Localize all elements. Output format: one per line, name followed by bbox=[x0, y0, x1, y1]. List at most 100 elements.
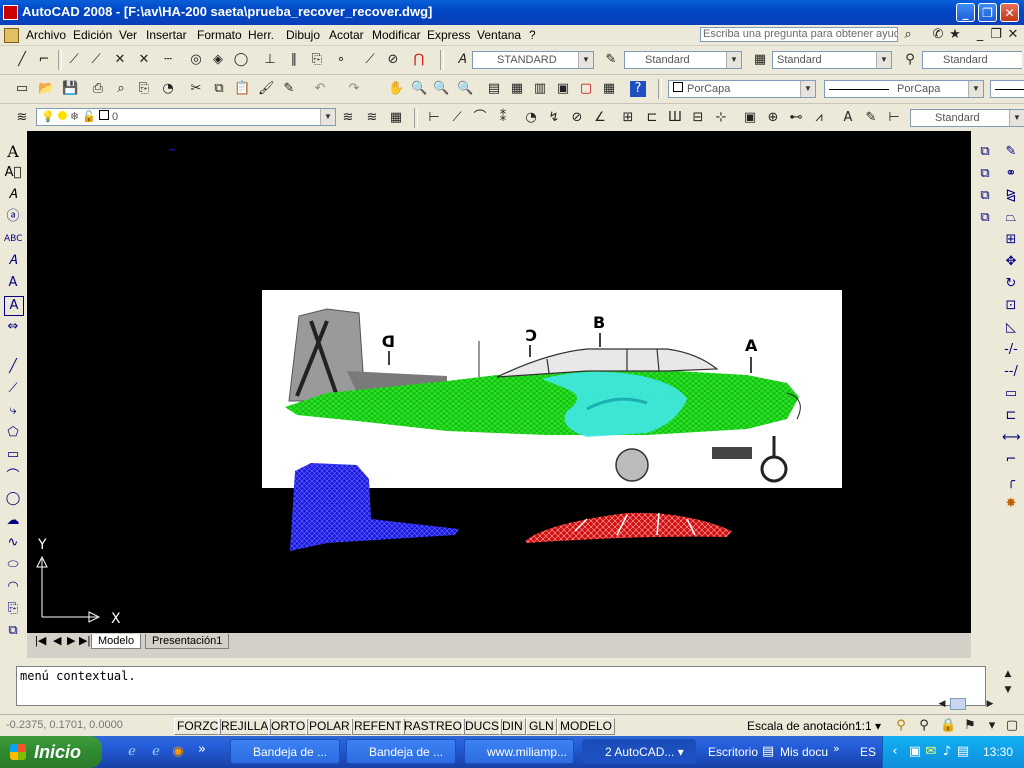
properties-icon[interactable]: ▤ bbox=[486, 81, 502, 97]
dim-baseline-icon[interactable]: ⊏ bbox=[644, 110, 660, 126]
join-icon[interactable]: ⟷ bbox=[1002, 429, 1021, 447]
sheet-set-icon[interactable]: ▣ bbox=[555, 81, 571, 97]
snap-endpoint-icon[interactable]: ⟋ bbox=[66, 52, 82, 68]
offset-icon[interactable]: ⏢ bbox=[1002, 209, 1020, 227]
doc-restore-icon[interactable]: ❐ bbox=[988, 27, 1004, 43]
snap-quadrant-icon[interactable]: ◈ bbox=[210, 52, 226, 68]
stretch-icon[interactable]: ◺ bbox=[1002, 319, 1020, 337]
toggle-orto[interactable]: ORTO bbox=[268, 718, 309, 735]
draw-order-front-icon[interactable]: ⧉ bbox=[976, 143, 994, 161]
draw-polyline-icon[interactable]: ⤷ bbox=[4, 402, 22, 420]
layer-select[interactable]: 💡 ❄ 🔓 0 ▼ bbox=[36, 108, 336, 126]
draw-order-under-icon[interactable]: ⧉ bbox=[976, 209, 994, 227]
chamfer-icon[interactable]: ⌐ bbox=[1002, 451, 1020, 469]
ellipse-icon[interactable]: ⬭ bbox=[4, 556, 22, 574]
toggle-din[interactable]: DIN bbox=[499, 718, 526, 735]
help-icon[interactable]: ? bbox=[630, 81, 646, 97]
mtext-icon[interactable]: A⃒ bbox=[4, 164, 22, 182]
my-docs-icon[interactable]: ▤ bbox=[760, 744, 776, 760]
menu-acotar[interactable]: Acotar bbox=[329, 28, 364, 42]
draw-line-icon[interactable]: ╱ bbox=[4, 358, 22, 376]
tray-volume-icon[interactable]: ♪ bbox=[939, 744, 955, 760]
paste-icon[interactable]: 📋 bbox=[234, 81, 250, 97]
dim-angular-icon[interactable]: ∠ bbox=[592, 110, 608, 126]
convert-distance-icon[interactable]: ⇔ bbox=[4, 318, 22, 336]
draw-order-back-icon[interactable]: ⧉ bbox=[976, 165, 994, 183]
menu-modificar[interactable]: Modificar bbox=[372, 28, 421, 42]
snap-none-icon[interactable]: ⊘ bbox=[385, 52, 401, 68]
mirror-icon[interactable]: ⧎ bbox=[1002, 187, 1020, 205]
tray-network-icon[interactable]: ▣ bbox=[907, 744, 923, 760]
explode-icon[interactable]: ✸ bbox=[1002, 495, 1020, 513]
jogged-linear-icon[interactable]: ⩘ bbox=[811, 110, 827, 126]
copy-object-icon[interactable]: ⚭ bbox=[1002, 165, 1020, 183]
toggle-polar[interactable]: POLAR bbox=[306, 718, 353, 735]
mleader-style-icon[interactable]: ⚲ bbox=[902, 52, 918, 68]
rectangle-icon[interactable]: ▭ bbox=[4, 446, 22, 464]
array-icon[interactable]: ⊞ bbox=[1002, 231, 1020, 249]
doc-close-icon[interactable]: ✕ bbox=[1005, 27, 1021, 43]
comm-center-icon[interactable]: ✆ bbox=[930, 27, 946, 43]
horizontal-scroll-thumb[interactable] bbox=[950, 698, 966, 710]
menu-formato[interactable]: Formato bbox=[197, 28, 242, 42]
zoom-previous-icon[interactable]: 🔍 bbox=[457, 81, 473, 97]
snap-parallel-icon[interactable]: ∥ bbox=[286, 52, 302, 68]
snap-midpoint-icon[interactable]: ⟋ bbox=[88, 52, 104, 68]
dim-arc-icon[interactable]: ⌒ bbox=[472, 110, 488, 126]
spell-check-icon[interactable]: ABC bbox=[4, 230, 22, 248]
quick-dim-icon[interactable]: ⊞ bbox=[620, 110, 636, 126]
cut-icon[interactable]: ✂ bbox=[188, 81, 204, 97]
open-icon[interactable]: 📂 bbox=[38, 81, 54, 97]
table-style-select[interactable]: Standard ▼ bbox=[772, 51, 892, 69]
color-select[interactable]: PorCapa ▼ bbox=[668, 80, 816, 98]
layer-previous-icon[interactable]: ≋ bbox=[364, 110, 380, 126]
toggle-rastreo[interactable]: RASTREO bbox=[401, 718, 466, 735]
dim-radius-icon[interactable]: ◔ bbox=[523, 110, 539, 126]
text-style-select[interactable]: STANDARD ▼ bbox=[472, 51, 594, 69]
make-current-layer-icon[interactable]: ≋ bbox=[340, 110, 356, 126]
scale-icon[interactable]: ⊡ bbox=[1002, 297, 1020, 315]
fillet-icon[interactable]: ╭ bbox=[1002, 473, 1020, 491]
scroll-left-icon[interactable]: ◀ bbox=[934, 696, 950, 712]
scroll-right-icon[interactable]: ▶ bbox=[982, 696, 998, 712]
snap-intersection-icon[interactable]: ✕ bbox=[112, 52, 128, 68]
table-style-icon[interactable]: ▦ bbox=[752, 52, 768, 68]
dim-aligned-icon[interactable]: ⟋ bbox=[449, 110, 465, 126]
new-icon[interactable]: ▭ bbox=[14, 81, 30, 97]
minimize-button[interactable]: _ bbox=[956, 3, 975, 22]
layer-states-icon[interactable]: ▦ bbox=[388, 110, 404, 126]
save-icon[interactable]: 💾 bbox=[62, 81, 78, 97]
favorites-icon[interactable]: ★ bbox=[947, 27, 963, 43]
design-center-icon[interactable]: ▦ bbox=[509, 81, 525, 97]
menu-insertar[interactable]: Insertar bbox=[146, 28, 187, 42]
task-firefox[interactable]: www.miliamp... bbox=[464, 739, 574, 764]
dim-style-icon[interactable]: ✎ bbox=[603, 52, 619, 68]
restore-button[interactable]: ❐ bbox=[978, 3, 997, 22]
zoom-realtime-icon[interactable]: 🔍 bbox=[411, 81, 427, 97]
comm-center-status-icon[interactable]: ⚑ bbox=[962, 718, 978, 734]
snap-nearest-icon[interactable]: ⟋ bbox=[362, 52, 378, 68]
extend-icon[interactable]: --/ bbox=[1002, 363, 1020, 381]
doc-icon[interactable] bbox=[4, 28, 19, 43]
polyline-icon[interactable]: ⌐ bbox=[36, 52, 52, 68]
ellipse-arc-icon[interactable]: ◠ bbox=[4, 578, 22, 596]
scroll-up-icon[interactable]: ▲ bbox=[1000, 666, 1016, 682]
toolbar-lock-icon[interactable]: 🔒 bbox=[940, 718, 956, 734]
osnap-settings-icon[interactable]: ⋂ bbox=[411, 52, 427, 68]
status-menu-icon[interactable]: ▾ bbox=[984, 718, 1000, 734]
markup-icon[interactable]: ▢ bbox=[578, 81, 594, 97]
my-docs-label[interactable]: Mis docu bbox=[780, 745, 828, 759]
tray-mail-icon[interactable]: ✉ bbox=[923, 744, 939, 760]
dim-style-select-2[interactable]: Standard ▼ bbox=[910, 109, 1024, 127]
break-at-point-icon[interactable]: ▭ bbox=[1002, 385, 1020, 403]
snap-center-icon[interactable]: ◎ bbox=[188, 52, 204, 68]
3d-dwf-icon[interactable]: ◔ bbox=[160, 81, 176, 97]
menu-herr[interactable]: Herr. bbox=[248, 28, 274, 42]
menu-express[interactable]: Express bbox=[427, 28, 470, 42]
text-style-side-icon[interactable]: 𝐴 bbox=[4, 252, 22, 270]
copy-icon[interactable]: ⧉ bbox=[211, 81, 227, 97]
line-icon[interactable]: ╱ bbox=[14, 52, 30, 68]
tray-expand-icon[interactable]: ‹ bbox=[887, 744, 903, 760]
task-outlook-2[interactable]: Bandeja de ... bbox=[346, 739, 456, 764]
dim-break-icon[interactable]: ⊹ bbox=[713, 110, 729, 126]
